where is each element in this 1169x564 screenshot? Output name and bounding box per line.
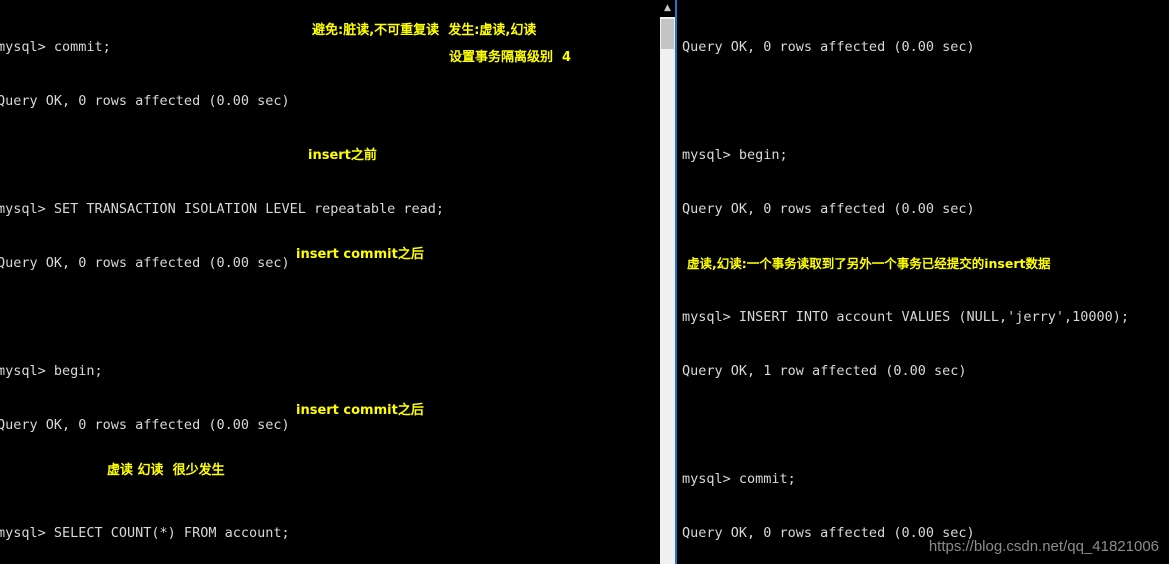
annotation-set-isolation-level: 设置事务隔离级别 4 [449, 50, 572, 65]
terminal-line: Query OK, 0 rows affected (0.00 sec) [0, 93, 290, 109]
terminal-line: mysql> commit; [0, 39, 111, 55]
terminal-line: Query OK, 0 rows affected (0.00 sec) [682, 39, 975, 55]
terminal-line: mysql> SET TRANSACTION ISOLATION LEVEL r… [0, 201, 445, 217]
annotation-phantom-rare: 虚读 幻读 很少发生 [107, 463, 225, 478]
annotation-phantom-explain: 虚读,幻读:一个事务读取到了另外一个事务已经提交的insert数据 [687, 256, 1051, 271]
annotation-after-insert-commit-2: insert commit之后 [296, 403, 424, 418]
annotation-after-insert-commit-1: insert commit之后 [296, 247, 424, 262]
terminal-line: mysql> begin; [0, 363, 103, 379]
scroll-up-arrow-icon[interactable]: ▲ [660, 0, 675, 17]
scrollbar-thumb[interactable] [661, 19, 674, 49]
annotation-avoid-levels: 避免:脏读,不可重复读 发生:虚读,幻读 [312, 23, 537, 38]
left-terminal-panel[interactable]: mysql> commit; Query OK, 0 rows affected… [0, 0, 660, 564]
terminal-line: Query OK, 1 row affected (0.00 sec) [682, 363, 967, 379]
terminal-line: mysql> INSERT INTO account VALUES (NULL,… [682, 309, 1130, 325]
terminal-line: Query OK, 0 rows affected (0.00 sec) [682, 201, 975, 217]
left-terminal-output: mysql> commit; Query OK, 0 rows affected… [0, 2, 444, 564]
terminal-line: mysql> begin; [682, 147, 788, 163]
watermark-url: https://blog.csdn.net/qq_41821006 [928, 538, 1159, 555]
annotation-before-insert: insert之前 [308, 148, 377, 163]
terminal-line: mysql> commit; [682, 471, 796, 487]
right-terminal-output: Query OK, 0 rows affected (0.00 sec) mys… [682, 2, 1129, 564]
right-terminal-panel[interactable]: Query OK, 0 rows affected (0.00 sec) mys… [678, 0, 1169, 564]
terminal-line: mysql> SELECT COUNT(*) FROM account; [0, 525, 290, 541]
vertical-scrollbar[interactable]: ▲ [660, 0, 677, 564]
